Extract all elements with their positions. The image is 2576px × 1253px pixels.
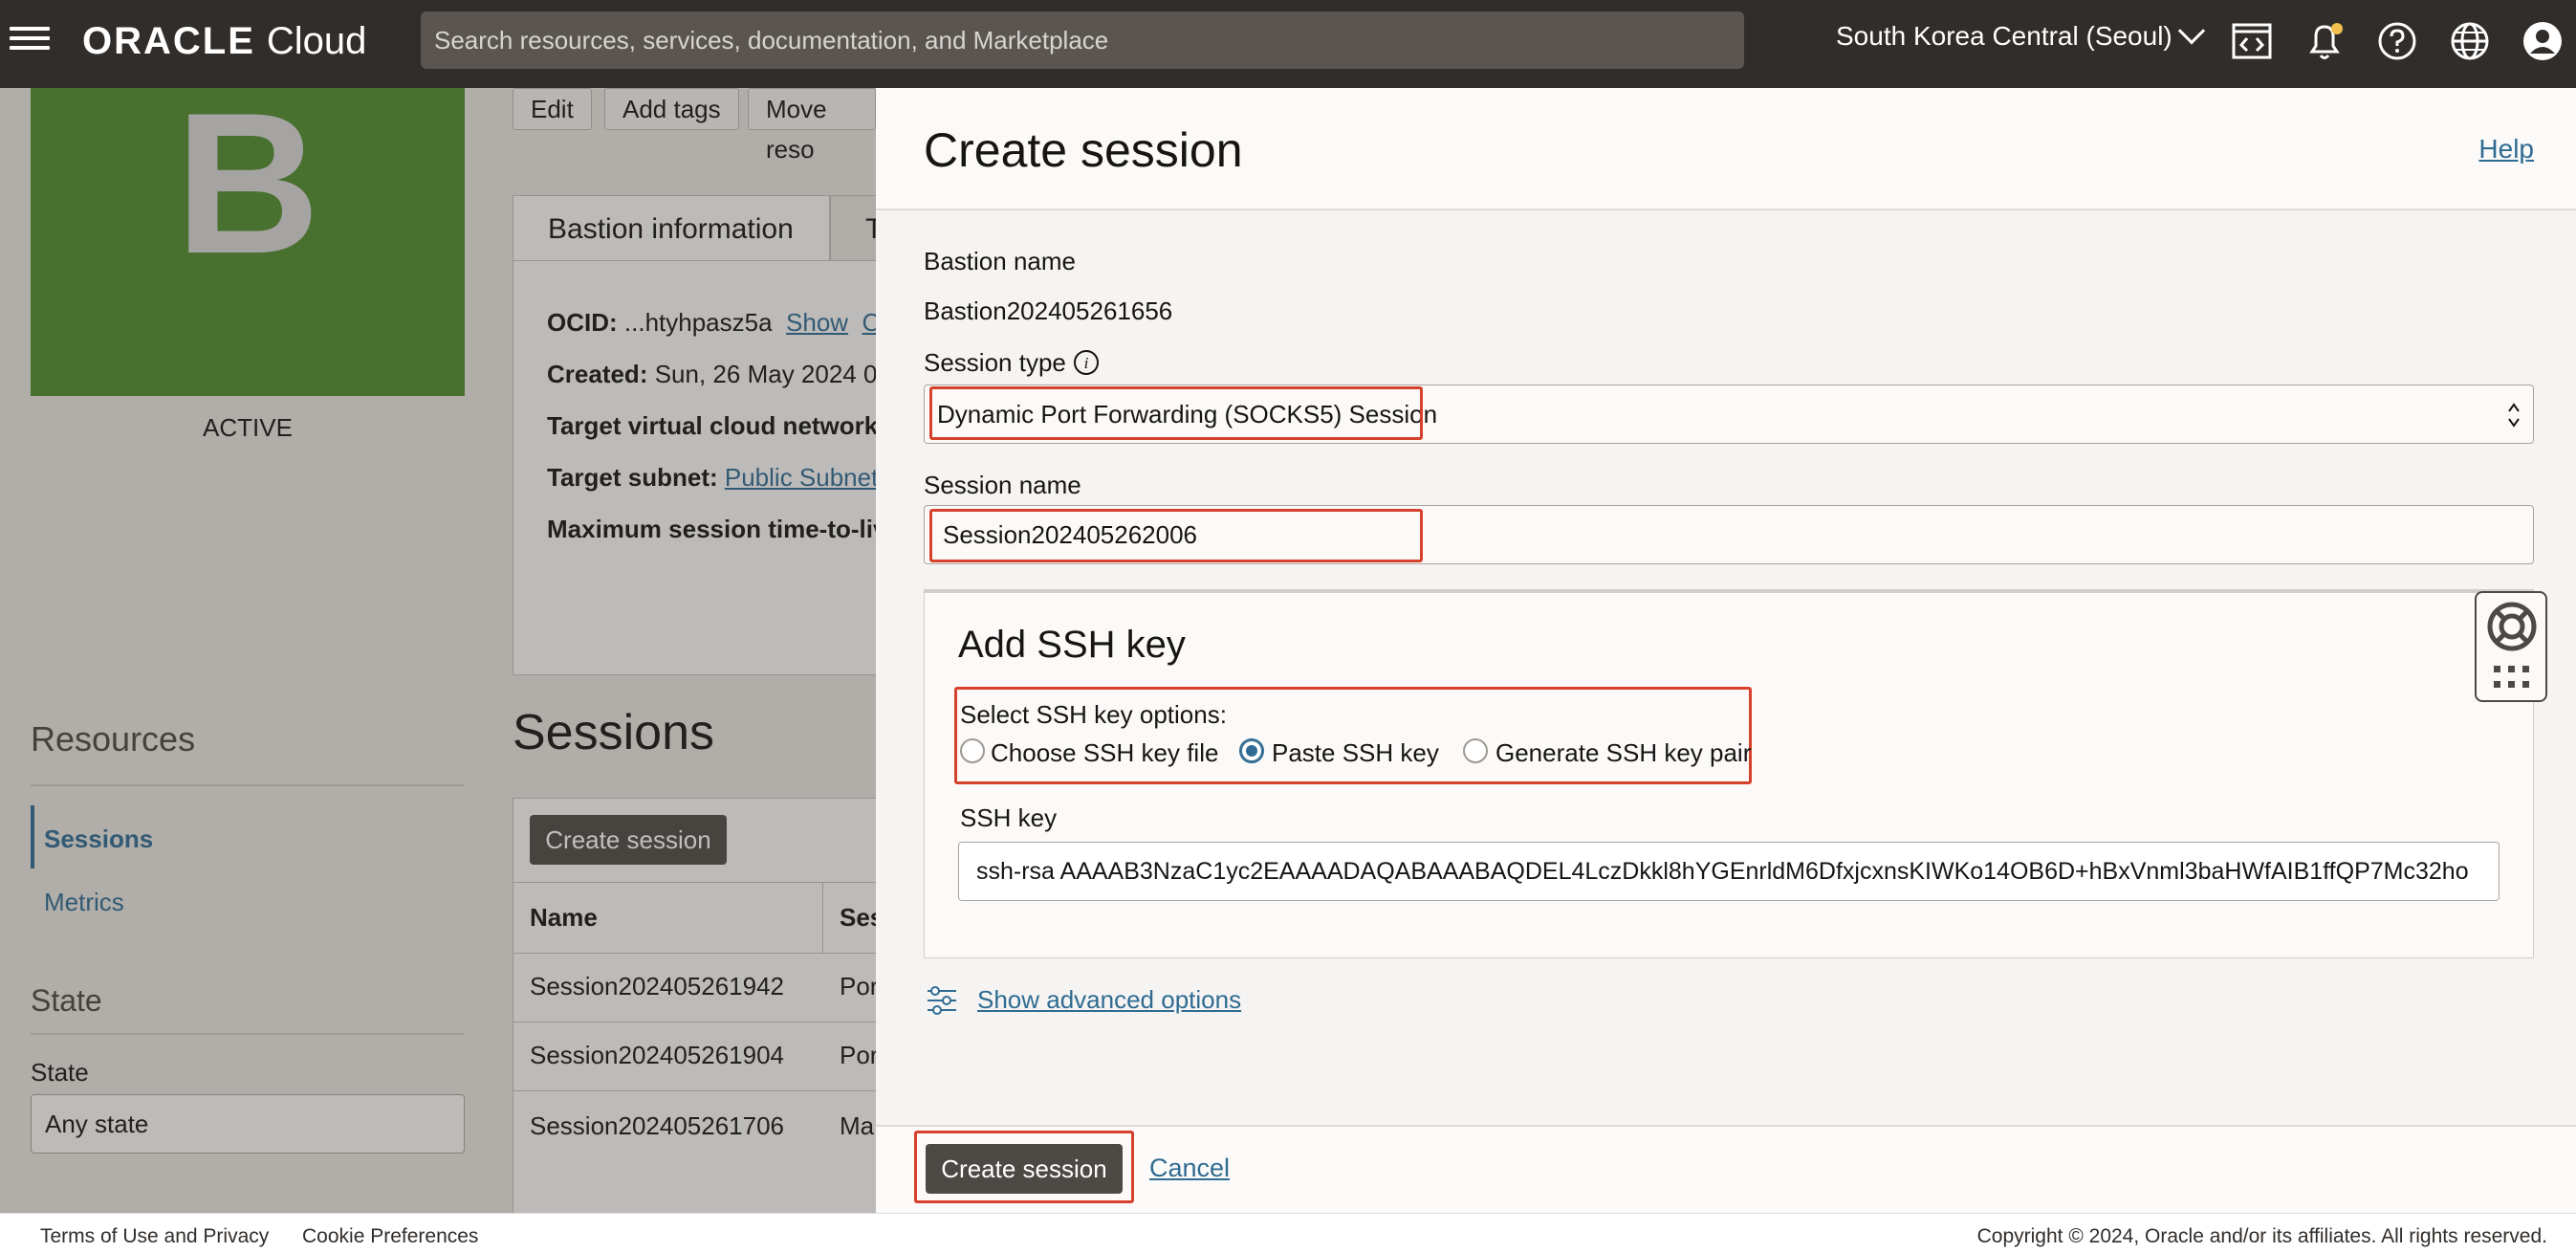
ssh-key-textarea[interactable]: ssh-rsa AAAAB3NzaC1yc2EAAAADAQABAAABAQDE… bbox=[958, 842, 2500, 901]
top-navigation-bar: ORACLE Cloud Search resources, services,… bbox=[0, 0, 2576, 88]
session-name-label: Session name bbox=[924, 471, 1081, 499]
cancel-link[interactable]: Cancel bbox=[1149, 1154, 1230, 1183]
menu-icon[interactable] bbox=[10, 21, 52, 59]
bastion-name-value: Bastion202405261656 bbox=[924, 297, 1173, 325]
radio-choose-ssh-key-file[interactable] bbox=[960, 738, 985, 763]
session-type-label: Session type i bbox=[924, 348, 1099, 378]
highlight-box bbox=[929, 509, 1423, 562]
region-selector[interactable]: South Korea Central (Seoul) bbox=[1836, 17, 2205, 52]
logo-brand: ORACLE bbox=[82, 19, 255, 62]
cookie-preferences-link[interactable]: Cookie Preferences bbox=[302, 1225, 478, 1248]
chevron-down-icon bbox=[2177, 17, 2205, 45]
radio-label-paste-ssh-key[interactable]: Paste SSH key bbox=[1272, 738, 1439, 768]
ssh-key-label: SSH key bbox=[960, 803, 1058, 832]
region-label: South Korea Central (Seoul) bbox=[1836, 21, 2172, 51]
copyright-text: Copyright © 2024, Oracle and/or its affi… bbox=[1976, 1225, 2547, 1247]
radio-paste-ssh-key[interactable] bbox=[1239, 738, 1264, 763]
notification-bell-icon[interactable] bbox=[2303, 19, 2347, 63]
modal-backdrop[interactable] bbox=[0, 88, 876, 1213]
language-globe-icon[interactable] bbox=[2448, 19, 2492, 63]
create-session-button[interactable]: Create session bbox=[926, 1144, 1123, 1194]
info-icon[interactable]: i bbox=[1072, 348, 1101, 377]
bastion-name-label: Bastion name bbox=[924, 247, 1076, 275]
profile-icon[interactable] bbox=[2521, 19, 2565, 63]
help-link[interactable]: Help bbox=[2478, 134, 2534, 165]
lifebuoy-icon bbox=[2487, 602, 2537, 651]
grid-dots-icon bbox=[2494, 666, 2529, 688]
help-widget[interactable] bbox=[2475, 591, 2547, 702]
svg-text:i: i bbox=[1084, 354, 1089, 372]
session-type-label-text: Session type bbox=[924, 348, 1066, 377]
drawer-header: Create session Help bbox=[876, 88, 2576, 210]
radio-label-generate-ssh-key-pair[interactable]: Generate SSH key pair bbox=[1495, 738, 1751, 768]
radio-generate-ssh-key-pair[interactable] bbox=[1463, 738, 1488, 763]
create-session-drawer: Create session Help Bastion name Bastion… bbox=[876, 88, 2576, 1213]
sliders-icon[interactable] bbox=[926, 985, 958, 1016]
page-footer: Terms of Use and Privacy Cookie Preferen… bbox=[0, 1213, 2576, 1253]
logo-product: Cloud bbox=[266, 19, 367, 62]
radio-label-choose-ssh-key-file[interactable]: Choose SSH key file bbox=[991, 738, 1218, 768]
code-editor-icon[interactable] bbox=[2230, 19, 2274, 63]
ssh-section-title: Add SSH key bbox=[958, 624, 1186, 666]
help-icon[interactable] bbox=[2375, 19, 2419, 63]
show-advanced-options-link[interactable]: Show advanced options bbox=[977, 985, 1241, 1015]
oracle-cloud-logo[interactable]: ORACLE Cloud bbox=[82, 17, 366, 65]
highlight-box bbox=[929, 386, 1423, 440]
terms-link[interactable]: Terms of Use and Privacy bbox=[40, 1225, 269, 1248]
ssh-options-label: Select SSH key options: bbox=[960, 700, 1227, 729]
drawer-title: Create session bbox=[924, 123, 1243, 177]
select-arrows-icon bbox=[2508, 403, 2520, 428]
global-search-input[interactable]: Search resources, services, documentatio… bbox=[421, 11, 1744, 69]
